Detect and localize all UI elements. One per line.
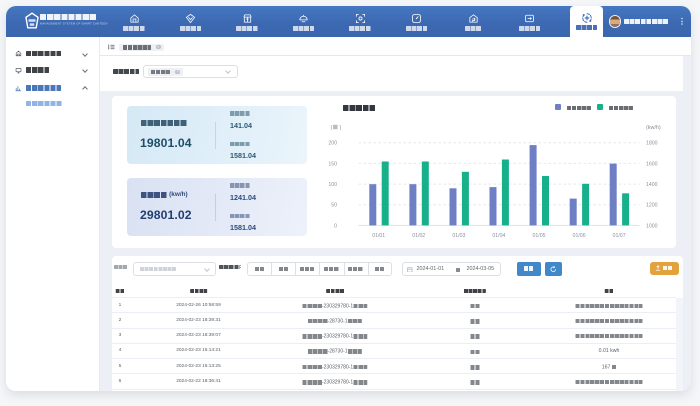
svg-text:1600: 1600	[646, 161, 658, 167]
svg-text:01/01: 01/01	[372, 233, 385, 239]
svg-text:01/03: 01/03	[452, 233, 465, 239]
svg-text:100: 100	[328, 182, 337, 188]
svg-text:(: (	[331, 125, 333, 131]
svg-text:01/04: 01/04	[492, 233, 505, 239]
svg-text:(kw/h): (kw/h)	[646, 125, 661, 131]
svg-text:200: 200	[328, 141, 337, 147]
svg-text:01/07: 01/07	[613, 233, 626, 239]
svg-text:150: 150	[328, 161, 337, 167]
svg-text:01/05: 01/05	[533, 233, 546, 239]
svg-text:1800: 1800	[646, 141, 658, 147]
svg-text:0: 0	[334, 223, 337, 229]
svg-text:1400: 1400	[646, 182, 658, 188]
svg-text:1000: 1000	[646, 223, 658, 229]
svg-text:1200: 1200	[646, 203, 658, 209]
svg-text:): )	[340, 125, 342, 131]
svg-text:50: 50	[331, 203, 337, 209]
svg-text:01/02: 01/02	[412, 233, 425, 239]
svg-text:01/06: 01/06	[573, 233, 586, 239]
